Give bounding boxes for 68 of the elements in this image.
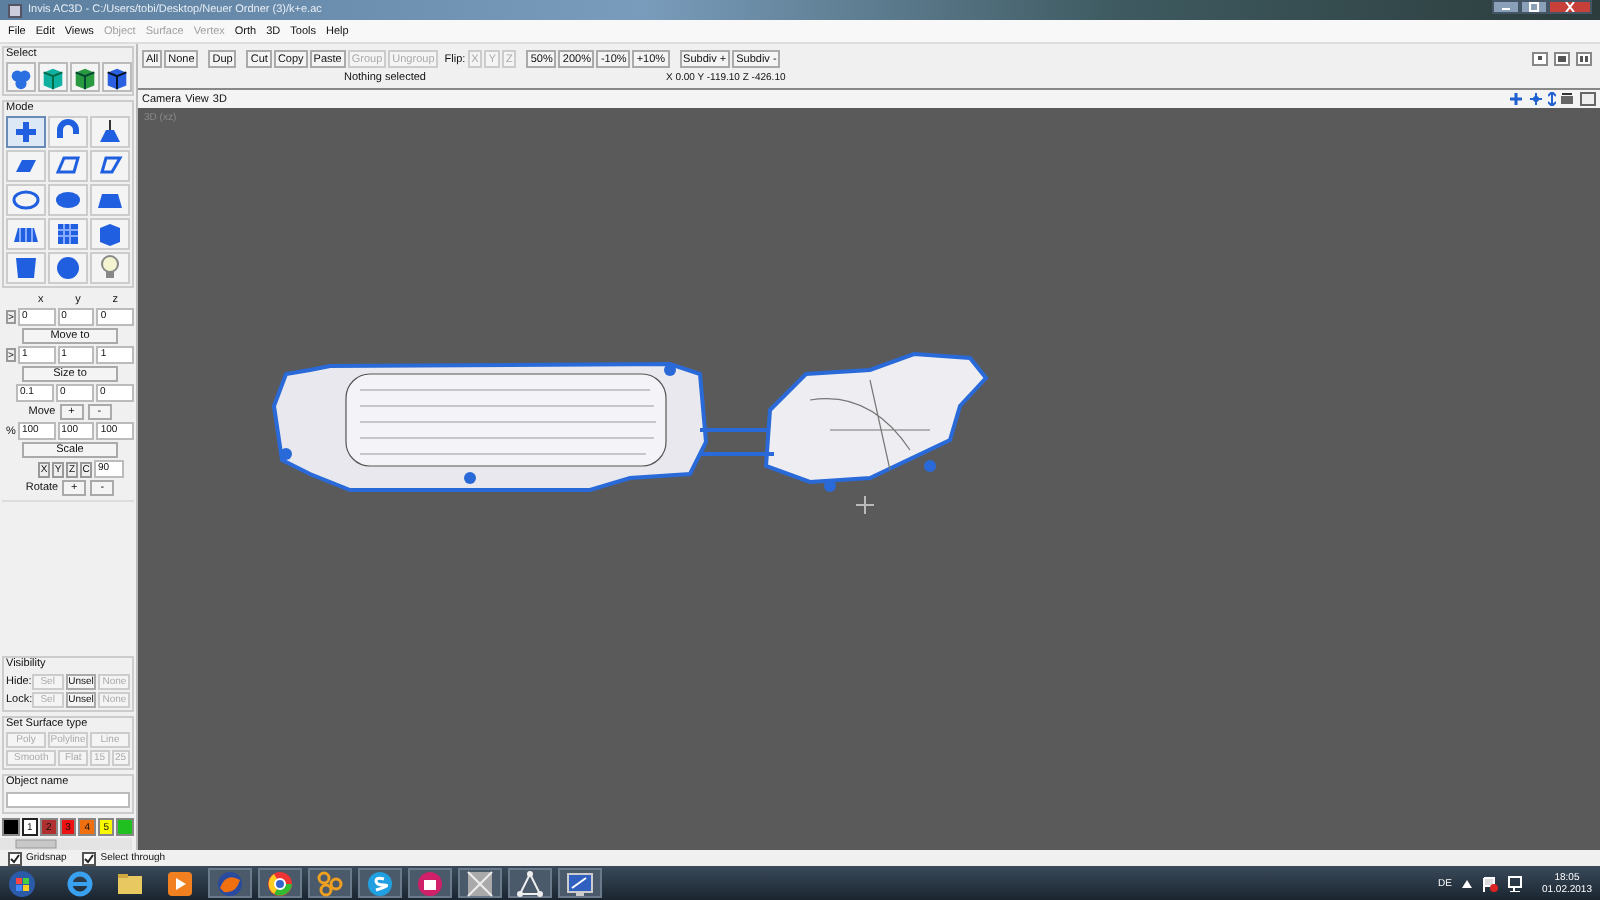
taskbar-app-button[interactable] xyxy=(358,868,402,898)
origin-crosshair-icon xyxy=(856,496,874,514)
mode-tool-button[interactable] xyxy=(48,184,88,216)
outline-shape-icon xyxy=(96,152,124,180)
view-layout-icon[interactable] xyxy=(1554,52,1570,66)
mode-tool-button[interactable] xyxy=(90,184,130,216)
triangle-nodes-icon xyxy=(516,869,544,897)
mode-tool-button[interactable] xyxy=(48,150,88,182)
select-mode-button[interactable] xyxy=(38,62,68,92)
checkbox[interactable] xyxy=(82,851,97,865)
maximize-icon xyxy=(1528,2,1540,12)
disc-icon xyxy=(54,186,82,214)
light-bulb-icon xyxy=(96,254,124,282)
ellipse-outline-icon xyxy=(12,186,40,214)
object-name-field[interactable] xyxy=(6,792,130,808)
outline-quad-icon xyxy=(54,152,82,180)
monitor-icon xyxy=(566,869,594,897)
mode-tool-button[interactable] xyxy=(6,184,46,216)
sphere-icon xyxy=(54,254,82,282)
color-swatch[interactable] xyxy=(116,818,135,836)
media-player-icon xyxy=(166,869,194,897)
mode-tool-button[interactable] xyxy=(48,252,88,284)
circle-logo-icon xyxy=(266,869,294,897)
mode-tool-button[interactable] xyxy=(90,252,130,284)
horizontal-scrollbar[interactable] xyxy=(0,838,132,850)
linked-rings-icon xyxy=(316,869,344,897)
grid-cube-icon xyxy=(54,220,82,248)
close-icon xyxy=(1564,2,1576,12)
mode-tool-button[interactable] xyxy=(90,116,130,148)
select-mode-button[interactable] xyxy=(102,62,132,92)
mode-tool-button[interactable] xyxy=(6,116,46,148)
folder-icon xyxy=(116,869,144,897)
taskbar-app-button[interactable] xyxy=(258,868,302,898)
view-layout-icon[interactable] xyxy=(1576,52,1592,66)
mode-tool-button[interactable] xyxy=(6,218,46,250)
mode-tool-button[interactable] xyxy=(90,150,130,182)
mode-tool-button[interactable] xyxy=(6,150,46,182)
cube-icon xyxy=(104,63,130,91)
close-button[interactable] xyxy=(1548,0,1592,14)
mode-tool-button[interactable] xyxy=(6,252,46,284)
maximize-button[interactable] xyxy=(1520,0,1548,14)
taskbar-app-button[interactable] xyxy=(408,868,452,898)
checkbox[interactable] xyxy=(8,851,22,865)
cross-arrows-icon xyxy=(12,118,40,146)
cube-icon xyxy=(72,63,98,91)
window-icon[interactable] xyxy=(1580,92,1596,106)
select-mode-button[interactable] xyxy=(70,62,100,92)
network-icon[interactable] xyxy=(1507,875,1524,891)
color-swatch[interactable] xyxy=(2,818,20,836)
zoom-arrows-icon[interactable] xyxy=(1548,92,1556,106)
taskbar-app-button[interactable] xyxy=(458,868,502,898)
cube-icon xyxy=(96,220,124,248)
mode-tool-button[interactable] xyxy=(90,218,130,250)
mode-tool-button[interactable] xyxy=(48,116,88,148)
mode-tool-button[interactable] xyxy=(48,218,88,250)
app-icon xyxy=(8,3,22,17)
browser-e-icon xyxy=(66,869,94,897)
minimize-icon xyxy=(1500,2,1512,12)
start-orb-icon[interactable] xyxy=(8,869,36,897)
move-arrows-icon[interactable] xyxy=(1528,92,1544,106)
show-hidden-icons-icon[interactable] xyxy=(1461,879,1472,887)
taskbar-app-button[interactable] xyxy=(508,868,552,898)
flag-icon[interactable] xyxy=(1481,875,1498,891)
minimize-button[interactable] xyxy=(1492,0,1520,14)
grid-window-icon xyxy=(466,869,494,897)
cube-icon xyxy=(40,63,66,91)
view-layout-icon[interactable] xyxy=(1532,52,1548,66)
s-logo-icon xyxy=(366,869,394,897)
